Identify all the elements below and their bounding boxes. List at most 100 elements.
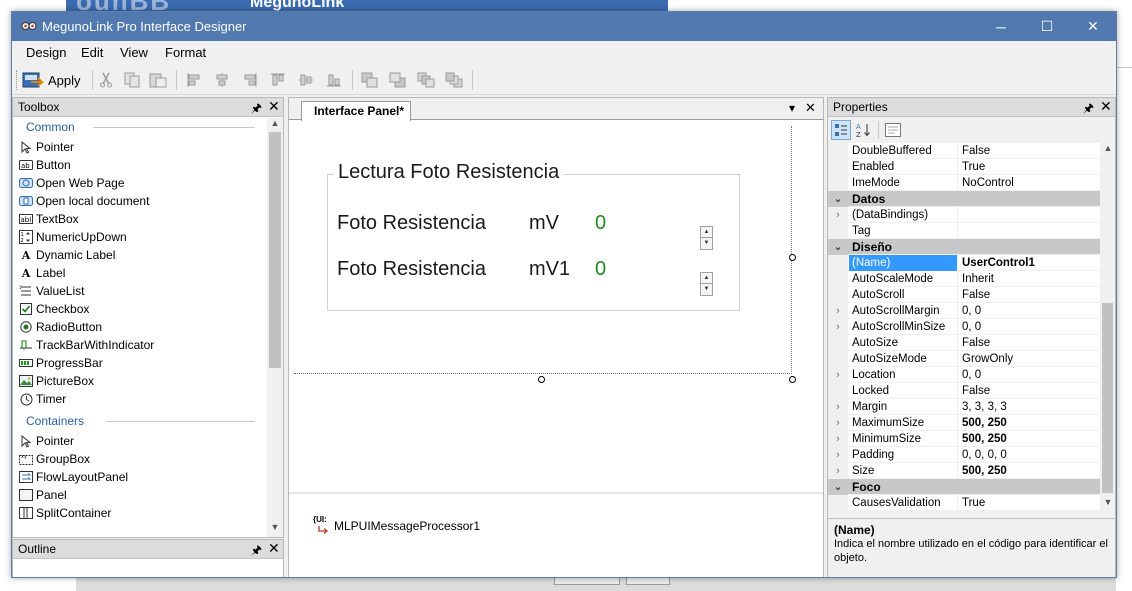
toolbox-item-radiobutton[interactable]: RadioButton (19, 318, 102, 336)
paste-icon[interactable] (148, 70, 168, 90)
toolbox-item-splitcontainer[interactable]: SplitContainer (19, 504, 111, 522)
bring-to-front-icon[interactable] (360, 70, 380, 90)
send-backward-icon[interactable] (444, 70, 464, 90)
scroll-down-icon[interactable]: ▼ (1100, 497, 1116, 511)
property-row[interactable]: AutoSizeMode GrowOnly (828, 351, 1100, 367)
spin-up-icon[interactable]: ▲ (701, 273, 712, 284)
copy-icon[interactable] (122, 70, 142, 90)
property-value[interactable]: 500, 250 (959, 431, 1100, 447)
toolbox-item-valuelist[interactable]: 1 ValueList (19, 282, 84, 300)
property-value[interactable]: False (959, 335, 1100, 351)
toolbox-item-picturebox[interactable]: PictureBox (19, 372, 94, 390)
expand-icon[interactable]: › (828, 431, 848, 447)
spin-up-icon[interactable]: ▲ (701, 227, 712, 238)
send-to-back-icon[interactable] (388, 70, 408, 90)
category-row-diseno[interactable]: ⌄ Diseño (828, 239, 1100, 255)
toolbar-grip[interactable] (16, 70, 19, 90)
property-row[interactable]: DoubleBuffered False (828, 143, 1100, 159)
design-surface[interactable]: Lectura Foto Resistencia Foto Resistenci… (289, 121, 823, 491)
collapse-icon[interactable]: ⌄ (828, 191, 848, 207)
row-label[interactable]: Foto Resistencia (337, 258, 486, 281)
pin-icon[interactable]: 🖈 (251, 541, 262, 562)
property-row[interactable]: Tag (828, 223, 1100, 239)
property-value[interactable] (959, 207, 1100, 223)
row-unit[interactable]: mV (529, 212, 559, 235)
property-row[interactable]: › (DataBindings) (828, 207, 1100, 223)
toolbox-item-progressbar[interactable]: ProgressBar (19, 354, 103, 372)
property-row[interactable]: › AutoScrollMinSize 0, 0 (828, 319, 1100, 335)
scroll-up-icon[interactable]: ▲ (267, 118, 283, 132)
categorized-icon[interactable] (831, 120, 851, 140)
scroll-down-icon[interactable]: ▼ (267, 522, 283, 536)
toolbox-item-pointer[interactable]: Pointer (19, 138, 74, 156)
menu-design[interactable]: Design (26, 45, 66, 60)
expand-icon[interactable]: › (828, 303, 848, 319)
close-properties-icon[interactable]: ✕ (1100, 98, 1112, 115)
resize-handle-corner[interactable] (789, 376, 796, 383)
toolbox-scrollbar[interactable]: ▲ ▼ (267, 118, 283, 537)
category-row-datos[interactable]: ⌄ Datos (828, 191, 1100, 207)
property-row[interactable]: ImeMode NoControl (828, 175, 1100, 191)
property-value[interactable]: 0, 0 (959, 367, 1100, 383)
align-center-icon[interactable] (212, 70, 232, 90)
numeric-updown[interactable]: ▲ ▼ (700, 272, 713, 296)
toolbox-item-label[interactable]: A Label (19, 264, 66, 282)
property-value[interactable]: NoControl (959, 175, 1100, 191)
menu-format[interactable]: Format (165, 45, 206, 60)
property-row[interactable]: › Location 0, 0 (828, 367, 1100, 383)
collapse-icon[interactable]: ⌄ (828, 479, 848, 495)
spin-down-icon[interactable]: ▼ (701, 284, 712, 295)
toolbox-item-dynamic-label[interactable]: A Dynamic Label (19, 246, 116, 264)
toolbox-group-common[interactable]: Common (26, 120, 75, 134)
resize-handle-right[interactable] (789, 254, 796, 261)
property-row-selected[interactable]: (Name) UserControl1 (828, 255, 1100, 271)
tab-interface-panel[interactable]: Interface Panel* (301, 101, 411, 121)
align-right-icon[interactable] (240, 70, 260, 90)
property-value[interactable]: GrowOnly (959, 351, 1100, 367)
property-value[interactable]: 500, 250 (959, 415, 1100, 431)
expand-icon[interactable]: › (828, 367, 848, 383)
property-value[interactable]: UserControl1 (959, 255, 1100, 271)
scroll-up-icon[interactable]: ▲ (1100, 143, 1116, 157)
property-row[interactable]: Enabled True (828, 159, 1100, 175)
property-value[interactable]: False (959, 287, 1100, 303)
category-row-foco[interactable]: ⌄ Foco (828, 479, 1100, 495)
property-row[interactable]: › AutoScrollMargin 0, 0 (828, 303, 1100, 319)
toolbox-item-button[interactable]: ab Button (19, 156, 71, 174)
property-row[interactable]: › MinimumSize 500, 250 (828, 431, 1100, 447)
apply-button[interactable]: Apply (22, 68, 84, 92)
groupbox-lectura[interactable]: Lectura Foto Resistencia (327, 161, 740, 311)
toolbox-item-flowlayoutpanel[interactable]: FlowLayoutPanel (19, 468, 128, 486)
pin-icon[interactable]: 🖈 (1083, 99, 1094, 120)
align-middle-icon[interactable] (296, 70, 316, 90)
toolbox-item-numericupdown[interactable]: 1 2 NumericUpDown (19, 228, 127, 246)
property-row[interactable]: Locked False (828, 383, 1100, 399)
expand-icon[interactable]: › (828, 463, 848, 479)
spin-down-icon[interactable]: ▼ (701, 238, 712, 249)
dynamic-value-label[interactable]: 0 (595, 212, 606, 235)
align-left-icon[interactable] (184, 70, 204, 90)
menu-view[interactable]: View (120, 45, 148, 60)
numeric-updown[interactable]: ▲ ▼ (700, 226, 713, 250)
property-pages-icon[interactable] (883, 120, 903, 140)
property-value[interactable]: True (959, 495, 1100, 511)
expand-icon[interactable]: › (828, 207, 848, 223)
tray-component-message-processor[interactable]: {UI: MLPUIMessageProcessor1 (313, 515, 480, 534)
toolbox-item-open-web-page[interactable]: Open Web Page (19, 174, 125, 192)
align-bottom-icon[interactable] (324, 70, 344, 90)
expand-icon[interactable]: › (828, 415, 848, 431)
minimize-button[interactable]: ─ (978, 12, 1024, 41)
property-value[interactable]: 0, 0 (959, 303, 1100, 319)
property-row[interactable]: › MaximumSize 500, 250 (828, 415, 1100, 431)
cut-icon[interactable] (96, 70, 116, 90)
property-row[interactable]: CausesValidation True (828, 495, 1100, 511)
title-bar[interactable]: MegunoLink Pro Interface Designer ─ ☐ ✕ (12, 12, 1116, 41)
toolbox-item-trackbarwithindicator[interactable]: TrackBarWithIndicator (19, 336, 154, 354)
property-value[interactable]: False (959, 143, 1100, 159)
toolbox-item-pointer[interactable]: Pointer (19, 432, 74, 450)
close-tab-icon[interactable]: ✕ (805, 100, 816, 116)
toolbox-item-textbox[interactable]: abl TextBox (19, 210, 79, 228)
bring-forward-icon[interactable] (416, 70, 436, 90)
property-value[interactable]: True (959, 159, 1100, 175)
expand-icon[interactable]: › (828, 399, 848, 415)
